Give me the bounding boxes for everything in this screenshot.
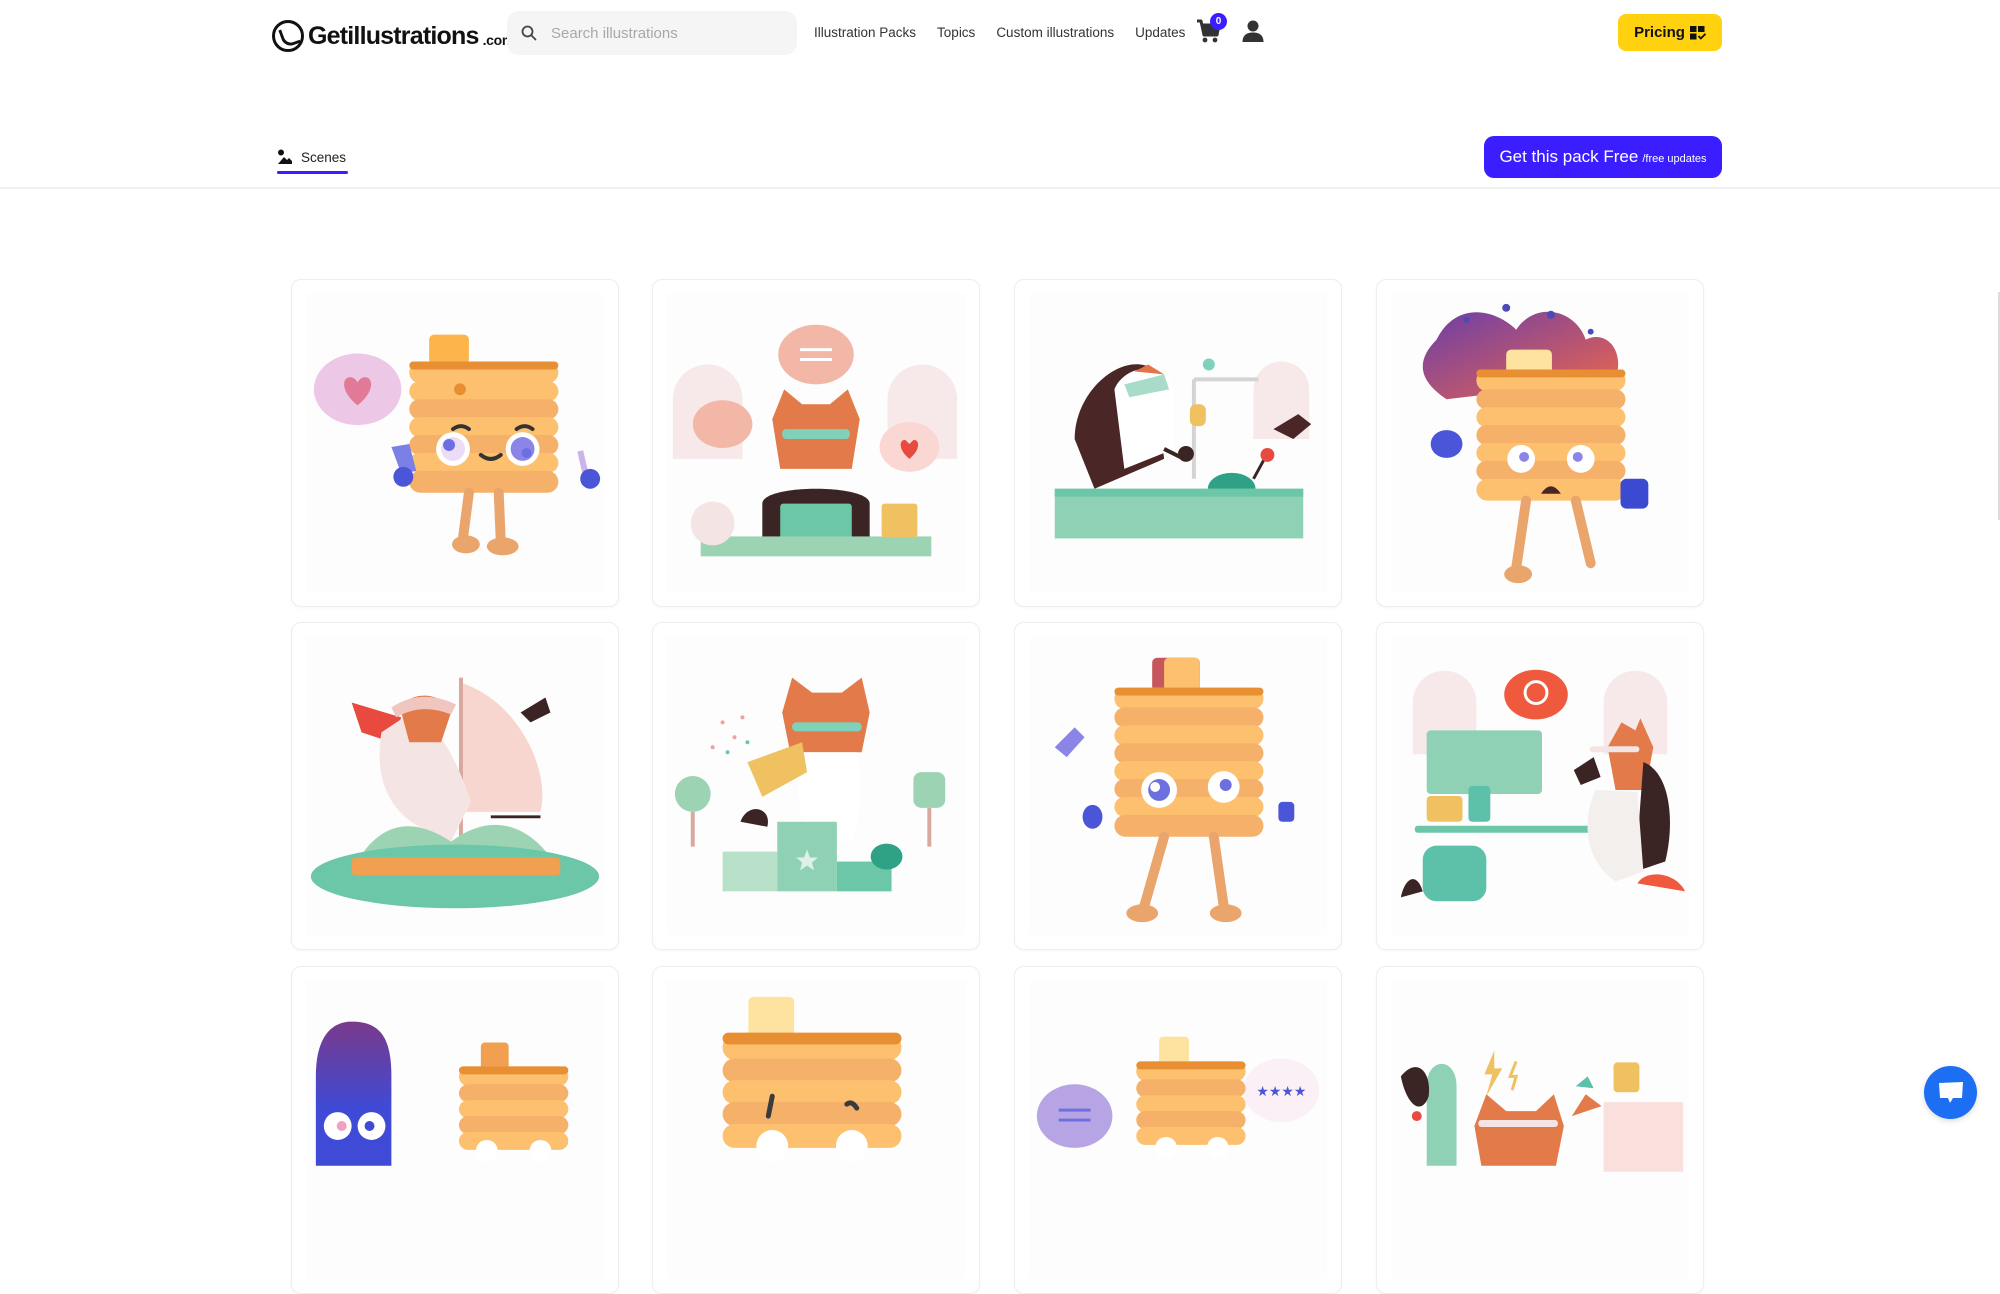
- get-pack-free-button[interactable]: Get this pack Free /free updates: [1484, 136, 1722, 178]
- search-bar[interactable]: [507, 11, 797, 55]
- pancake-peace-sign-illustration: [313, 334, 601, 556]
- raccoon-vr-machine-illustration: [1054, 358, 1312, 539]
- svg-text:★★★★: ★★★★: [1256, 1084, 1306, 1100]
- search-icon: [521, 25, 537, 41]
- tab-scenes[interactable]: Scenes: [277, 146, 346, 168]
- illustration-card[interactable]: [1014, 279, 1342, 607]
- pancake-closeup-illustration: [722, 996, 902, 1162]
- illustration-card[interactable]: [652, 622, 980, 950]
- scenes-image-icon: [278, 149, 292, 164]
- cta-sublabel: /free updates: [1642, 153, 1707, 165]
- illustration-card[interactable]: ★★★★: [1014, 966, 1342, 1294]
- chat-bubble-icon: [1938, 1081, 1963, 1103]
- pricing-label: Pricing: [1634, 24, 1685, 41]
- pricing-grid-check-icon: [1689, 25, 1706, 40]
- illustration-card[interactable]: [1376, 279, 1704, 607]
- cart-button[interactable]: 0: [1196, 13, 1227, 46]
- fox-lightning-plant-illustration: [1400, 1050, 1684, 1172]
- illustration-card[interactable]: [291, 966, 619, 1294]
- logo-text: Getillustrations: [308, 21, 479, 50]
- fox-trophy-podium-illustration: [674, 677, 946, 892]
- pancake-popsicle-illustration: [315, 1021, 569, 1166]
- header-divider: [0, 187, 2000, 189]
- illustration-card[interactable]: [652, 279, 980, 607]
- pancake-worried-illustration: [1054, 657, 1295, 923]
- pancake-on-fire-illustration: [1422, 303, 1649, 584]
- cta-label: Get this pack Free: [1499, 147, 1639, 166]
- nav-custom-illustrations[interactable]: Custom illustrations: [996, 25, 1114, 40]
- nav-topics[interactable]: Topics: [937, 25, 975, 40]
- chat-widget-button[interactable]: [1924, 1066, 1977, 1119]
- main-nav: Illustration Packs Topics Custom illustr…: [814, 22, 1185, 42]
- user-icon: [1242, 20, 1264, 42]
- site-logo[interactable]: Getillustrations .com: [272, 18, 514, 54]
- nav-updates[interactable]: Updates: [1135, 25, 1185, 40]
- illustration-card[interactable]: [1376, 622, 1704, 950]
- fox-computer-desk-illustration: [1400, 669, 1686, 902]
- logo-mark-icon: [272, 20, 304, 52]
- tab-scenes-label: Scenes: [301, 149, 347, 165]
- illustration-card[interactable]: [1014, 622, 1342, 950]
- tab-active-indicator: [277, 171, 348, 174]
- illustration-card[interactable]: [291, 279, 619, 607]
- nav-illustration-packs[interactable]: Illustration Packs: [814, 25, 916, 40]
- pancake-chat-rating-illustration: ★★★★: [1036, 1036, 1320, 1159]
- illustration-card[interactable]: [1376, 966, 1704, 1294]
- illustration-card[interactable]: [652, 966, 980, 1294]
- cart-count-badge: 0: [1210, 13, 1227, 30]
- account-button[interactable]: [1241, 19, 1265, 43]
- pricing-button[interactable]: Pricing: [1618, 14, 1722, 51]
- illustration-card[interactable]: [291, 622, 619, 950]
- search-input[interactable]: [551, 24, 771, 42]
- fox-sailing-raft-illustration: [310, 677, 600, 909]
- fox-laptop-chat-illustration: [672, 324, 958, 557]
